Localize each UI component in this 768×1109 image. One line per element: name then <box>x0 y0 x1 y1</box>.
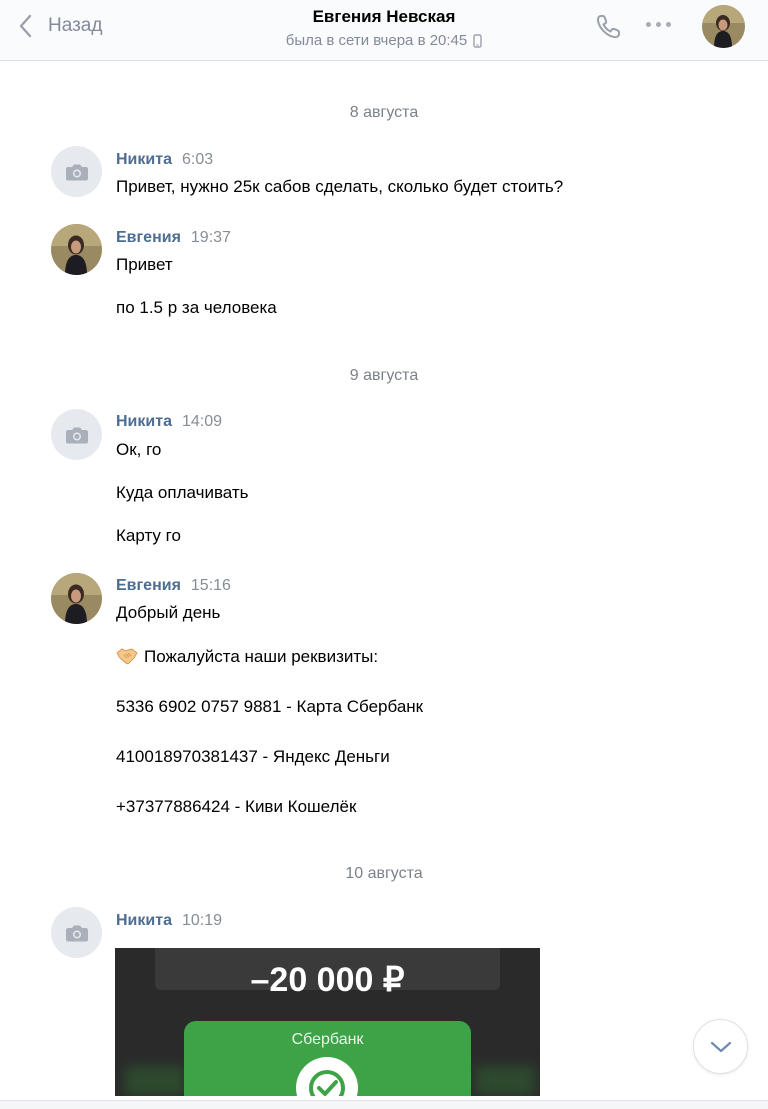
message-time: 10:19 <box>181 912 223 929</box>
bank-name: Сбербанк <box>291 1031 364 1048</box>
date-separator: 10 августа <box>345 865 423 882</box>
chat-header: Назад Евгения Невская была в сети вчера … <box>0 0 768 61</box>
message-time: 19:37 <box>190 229 231 246</box>
avatar[interactable] <box>51 146 102 197</box>
mobile-device-icon <box>473 34 482 48</box>
phone-icon <box>596 15 620 39</box>
message-time: 6:03 <box>181 151 214 168</box>
message-text: +37377886424 - Киви Кошелёк <box>116 797 357 816</box>
message-text-with-emoji: Пожалуйста наши реквизиты: <box>116 647 378 670</box>
message-header: Никита 10:19 <box>116 912 222 930</box>
message-text: Привет <box>116 255 173 274</box>
date-separator: 9 августа <box>349 367 419 384</box>
message-header: Никита 6:03 <box>116 151 213 169</box>
message-header: Никита 14:09 <box>116 413 222 431</box>
message-text: Куда оплачивать <box>116 483 249 502</box>
avatar[interactable] <box>51 224 102 275</box>
avatar[interactable] <box>51 573 102 624</box>
handshake-icon <box>116 647 138 670</box>
avatar[interactable] <box>51 409 102 460</box>
online-status-text: была в сети вчера в 20:45 <box>285 32 468 49</box>
message-text: по 1.5 р за человека <box>116 298 277 317</box>
message-header: Евгения 19:37 <box>116 229 231 247</box>
message-text: 5336 6902 0757 9881 - Карта Сбербанк <box>116 697 424 716</box>
message-author[interactable]: Никита <box>116 413 172 431</box>
message-text: Ок, го <box>116 440 162 459</box>
message-text: Карту го <box>116 526 181 545</box>
dot <box>666 22 671 27</box>
contact-avatar[interactable] <box>702 5 745 48</box>
message-text: Добрый день <box>116 603 221 622</box>
avatar[interactable] <box>51 907 102 958</box>
dot <box>646 22 651 27</box>
message-text: 410018970381437 - Яндекс Деньги <box>116 747 390 766</box>
message-author[interactable]: Никита <box>116 151 172 169</box>
bank-card: Сбербанк <box>184 1021 471 1096</box>
message-author[interactable]: Никита <box>116 912 172 930</box>
camera-icon <box>65 925 88 941</box>
call-button[interactable] <box>594 13 622 46</box>
chat-title-block[interactable]: Евгения Невская была в сети вчера в 20:4… <box>0 6 768 52</box>
online-status: была в сети вчера в 20:45 <box>286 30 483 52</box>
message-text: Пожалуйста наши реквизиты: <box>144 647 379 666</box>
message-time: 14:09 <box>181 413 223 430</box>
dot <box>656 22 661 27</box>
message-time: 15:16 <box>190 577 231 594</box>
scroll-down-button[interactable] <box>693 1019 748 1074</box>
receipt-amount: –20 000 ₽ <box>250 961 405 999</box>
message-text: Привет, нужно 25к сабов сделать, сколько… <box>116 177 564 196</box>
blur-decor <box>125 1066 185 1096</box>
message-author[interactable]: Евгения <box>116 229 181 247</box>
camera-icon <box>65 164 88 180</box>
blur-decor <box>475 1066 535 1096</box>
check-circle-icon <box>296 1057 358 1096</box>
attached-image-receipt[interactable]: –20 000 ₽ Сбербанк <box>115 948 540 1096</box>
message-header: Евгения 15:16 <box>116 577 231 595</box>
camera-icon <box>65 427 88 443</box>
more-button[interactable] <box>646 22 671 27</box>
chevron-down-icon <box>710 1041 731 1052</box>
date-separator: 8 августа <box>349 104 419 121</box>
message-author[interactable]: Евгения <box>116 577 181 595</box>
